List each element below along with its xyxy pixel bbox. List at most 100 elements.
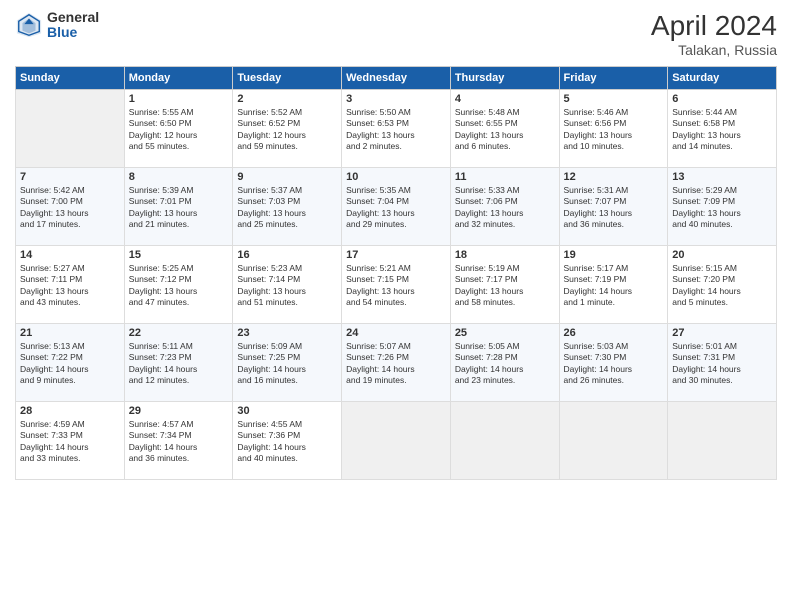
day-number: 26 [564,327,664,339]
col-header-thursday: Thursday [450,67,559,90]
day-info: Sunrise: 5:29 AM Sunset: 7:09 PM Dayligh… [672,185,772,231]
day-number: 12 [564,171,664,183]
day-cell: 22 Sunrise: 5:11 AM Sunset: 7:23 PM Dayli… [124,324,233,402]
day-number: 8 [129,171,229,183]
day-number: 7 [20,171,120,183]
day-number: 1 [129,93,229,105]
week-row-2: 14Sunrise: 5:27 AM Sunset: 7:11 PM Dayli… [16,246,777,324]
col-header-friday: Friday [559,67,668,90]
day-number: 2 [237,93,337,105]
day-cell: 26 Sunrise: 5:03 AM Sunset: 7:30 PM Dayli… [559,324,668,402]
logo-text: General Blue [47,10,99,41]
day-cell: 23Sunrise: 5:09 AM Sunset: 7:25 PM Dayli… [233,324,342,402]
header: General Blue April 2024 Talakan, Russia [15,10,777,58]
day-cell: 17 Sunrise: 5:21 AM Sunset: 7:15 PM Dayli… [342,246,451,324]
day-number: 22 [129,327,229,339]
day-number: 29 [129,405,229,417]
day-cell: 3Sunrise: 5:50 AM Sunset: 6:53 PM Daylig… [342,90,451,168]
day-cell: 18 Sunrise: 5:19 AM Sunset: 7:17 PM Dayli… [450,246,559,324]
col-header-monday: Monday [124,67,233,90]
week-row-3: 21Sunrise: 5:13 AM Sunset: 7:22 PM Dayli… [16,324,777,402]
col-header-sunday: Sunday [16,67,125,90]
day-number: 16 [237,249,337,261]
day-cell: 4 Sunrise: 5:48 AM Sunset: 6:55 PM Daylig… [450,90,559,168]
day-cell: 24 Sunrise: 5:07 AM Sunset: 7:26 PM Dayli… [342,324,451,402]
day-number: 20 [672,249,772,261]
logo-general: General [47,10,99,25]
day-number: 11 [455,171,555,183]
day-number: 27 [672,327,772,339]
day-number: 4 [455,93,555,105]
day-cell [16,90,125,168]
day-cell [559,402,668,480]
logo: General Blue [15,10,99,41]
calendar-table: SundayMondayTuesdayWednesdayThursdayFrid… [15,66,777,480]
day-number: 9 [237,171,337,183]
day-number: 17 [346,249,446,261]
day-info: Sunrise: 5:46 AM Sunset: 6:56 PM Dayligh… [564,107,664,153]
day-cell: 11Sunrise: 5:33 AM Sunset: 7:06 PM Dayli… [450,168,559,246]
day-cell: 20 Sunrise: 5:15 AM Sunset: 7:20 PM Dayli… [668,246,777,324]
day-info: Sunrise: 5:27 AM Sunset: 7:11 PM Dayligh… [20,263,120,309]
day-info: Sunrise: 4:59 AM Sunset: 7:33 PM Dayligh… [20,419,120,465]
day-info: Sunrise: 4:57 AM Sunset: 7:34 PM Dayligh… [129,419,229,465]
day-info: Sunrise: 5:52 AM Sunset: 6:52 PM Dayligh… [237,107,337,153]
day-cell [450,402,559,480]
day-info: Sunrise: 5:23 AM Sunset: 7:14 PM Dayligh… [237,263,337,309]
day-cell: 5 Sunrise: 5:46 AM Sunset: 6:56 PM Daylig… [559,90,668,168]
day-cell: 30 Sunrise: 4:55 AM Sunset: 7:36 PM Dayli… [233,402,342,480]
day-cell: 9 Sunrise: 5:37 AM Sunset: 7:03 PM Daylig… [233,168,342,246]
day-info: Sunrise: 4:55 AM Sunset: 7:36 PM Dayligh… [237,419,337,465]
day-info: Sunrise: 5:05 AM Sunset: 7:28 PM Dayligh… [455,341,555,387]
day-info: Sunrise: 5:42 AM Sunset: 7:00 PM Dayligh… [20,185,120,231]
day-cell [668,402,777,480]
day-info: Sunrise: 5:15 AM Sunset: 7:20 PM Dayligh… [672,263,772,309]
week-row-0: 1 Sunrise: 5:55 AM Sunset: 6:50 PM Daylig… [16,90,777,168]
day-number: 3 [346,93,446,105]
day-number: 28 [20,405,120,417]
day-cell: 27 Sunrise: 5:01 AM Sunset: 7:31 PM Dayli… [668,324,777,402]
day-info: Sunrise: 5:37 AM Sunset: 7:03 PM Dayligh… [237,185,337,231]
day-cell: 28 Sunrise: 4:59 AM Sunset: 7:33 PM Dayli… [16,402,125,480]
day-number: 30 [237,405,337,417]
day-cell: 14Sunrise: 5:27 AM Sunset: 7:11 PM Dayli… [16,246,125,324]
day-number: 13 [672,171,772,183]
logo-blue: Blue [47,25,99,40]
week-row-1: 7 Sunrise: 5:42 AM Sunset: 7:00 PM Daylig… [16,168,777,246]
day-info: Sunrise: 5:35 AM Sunset: 7:04 PM Dayligh… [346,185,446,231]
day-cell: 10 Sunrise: 5:35 AM Sunset: 7:04 PM Dayli… [342,168,451,246]
day-number: 5 [564,93,664,105]
day-info: Sunrise: 5:07 AM Sunset: 7:26 PM Dayligh… [346,341,446,387]
logo-icon [15,11,43,39]
day-number: 15 [129,249,229,261]
week-row-4: 28 Sunrise: 4:59 AM Sunset: 7:33 PM Dayli… [16,402,777,480]
day-info: Sunrise: 5:01 AM Sunset: 7:31 PM Dayligh… [672,341,772,387]
day-number: 10 [346,171,446,183]
day-info: Sunrise: 5:13 AM Sunset: 7:22 PM Dayligh… [20,341,120,387]
day-info: Sunrise: 5:19 AM Sunset: 7:17 PM Dayligh… [455,263,555,309]
day-cell: 6 Sunrise: 5:44 AM Sunset: 6:58 PM Daylig… [668,90,777,168]
day-info: Sunrise: 5:48 AM Sunset: 6:55 PM Dayligh… [455,107,555,153]
day-cell: 29 Sunrise: 4:57 AM Sunset: 7:34 PM Dayli… [124,402,233,480]
header-row: SundayMondayTuesdayWednesdayThursdayFrid… [16,67,777,90]
day-cell: 16 Sunrise: 5:23 AM Sunset: 7:14 PM Dayli… [233,246,342,324]
day-info: Sunrise: 5:11 AM Sunset: 7:23 PM Dayligh… [129,341,229,387]
day-info: Sunrise: 5:21 AM Sunset: 7:15 PM Dayligh… [346,263,446,309]
day-number: 6 [672,93,772,105]
day-cell: 8 Sunrise: 5:39 AM Sunset: 7:01 PM Daylig… [124,168,233,246]
day-cell: 7 Sunrise: 5:42 AM Sunset: 7:00 PM Daylig… [16,168,125,246]
day-info: Sunrise: 5:55 AM Sunset: 6:50 PM Dayligh… [129,107,229,153]
day-info: Sunrise: 5:03 AM Sunset: 7:30 PM Dayligh… [564,341,664,387]
day-info: Sunrise: 5:17 AM Sunset: 7:19 PM Dayligh… [564,263,664,309]
day-number: 24 [346,327,446,339]
title-block: April 2024 Talakan, Russia [651,10,777,58]
day-number: 18 [455,249,555,261]
day-cell: 13 Sunrise: 5:29 AM Sunset: 7:09 PM Dayli… [668,168,777,246]
day-info: Sunrise: 5:44 AM Sunset: 6:58 PM Dayligh… [672,107,772,153]
calendar-title: April 2024 [651,10,777,42]
calendar-subtitle: Talakan, Russia [651,42,777,58]
day-info: Sunrise: 5:39 AM Sunset: 7:01 PM Dayligh… [129,185,229,231]
day-number: 25 [455,327,555,339]
day-cell: 1 Sunrise: 5:55 AM Sunset: 6:50 PM Daylig… [124,90,233,168]
day-info: Sunrise: 5:09 AM Sunset: 7:25 PM Dayligh… [237,341,337,387]
